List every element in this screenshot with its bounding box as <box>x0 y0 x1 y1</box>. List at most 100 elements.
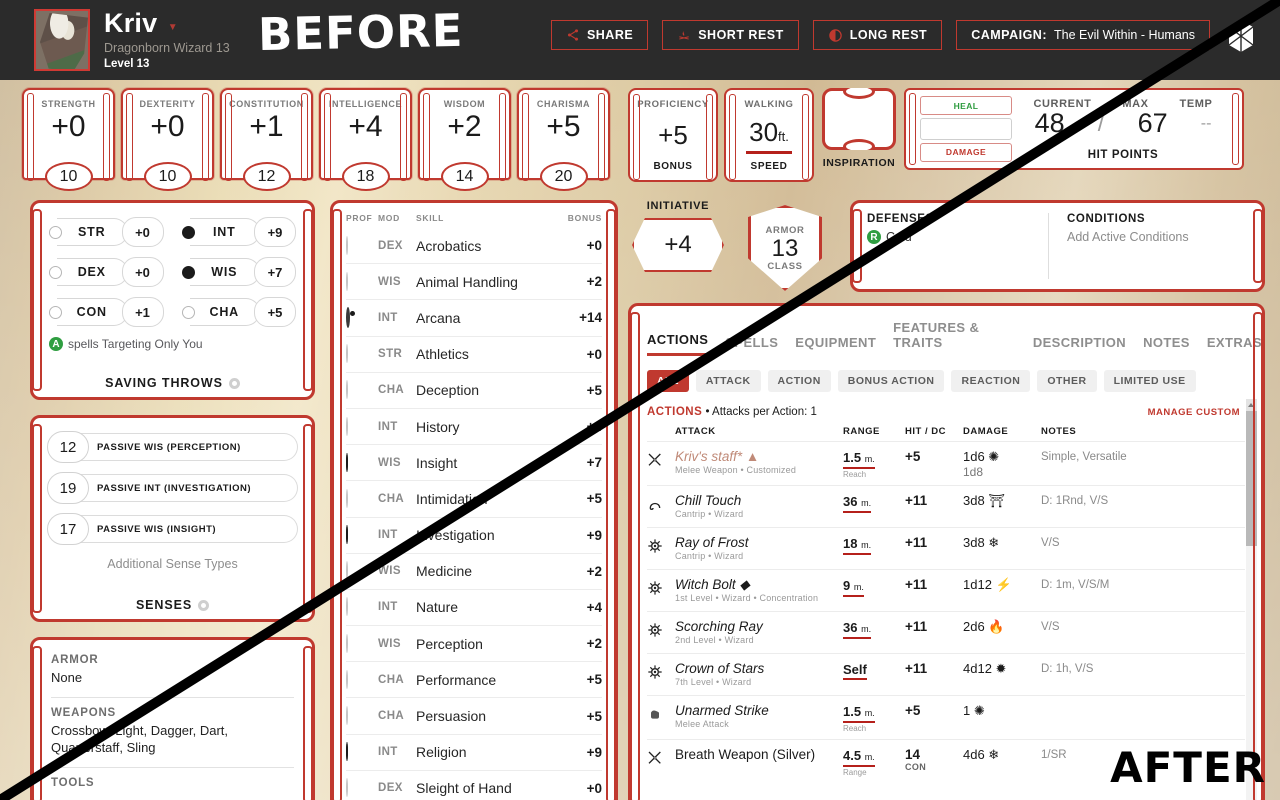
skill-row[interactable]: WIS Medicine +2 <box>346 554 602 590</box>
attack-row[interactable]: Crown of Stars 7th Level • Wizard Self +11 4… <box>647 653 1245 695</box>
ability-intelligence[interactable]: INTELLIGENCE +4 18 <box>319 88 412 191</box>
save-str[interactable]: STR +0 <box>49 217 164 247</box>
manage-custom-button[interactable]: MANAGE CUSTOM <box>1148 407 1240 418</box>
skill-row[interactable]: INT Nature +4 <box>346 590 602 627</box>
skill-row[interactable]: INT Investigation +9 <box>346 518 602 554</box>
proficiency-bonus-box[interactable]: PROFICIENCY +5 BONUS <box>628 88 718 182</box>
skill-proficiency-cell[interactable] <box>346 742 378 762</box>
filter-attack[interactable]: ATTACK <box>695 370 761 392</box>
inspiration-box[interactable]: INSPIRATION <box>820 88 898 169</box>
hp-temp-value[interactable]: -- <box>1201 115 1212 133</box>
tab-description[interactable]: DESCRIPTION <box>1033 335 1126 356</box>
skill-row[interactable]: INT History +4 <box>346 409 602 446</box>
skill-proficiency-cell[interactable] <box>346 778 378 798</box>
filter-reaction[interactable]: REACTION <box>951 370 1031 392</box>
ability-score[interactable]: 10 <box>143 162 192 191</box>
ability-dexterity[interactable]: DEXTERITY +0 10 <box>121 88 214 191</box>
filter-limited-use[interactable]: LIMITED USE <box>1103 370 1196 392</box>
tab-notes[interactable]: NOTES <box>1143 335 1190 356</box>
proficiency-dot[interactable] <box>346 778 348 798</box>
save-cha[interactable]: CHA +5 <box>181 297 296 327</box>
skill-row[interactable]: CHA Intimidation +5 <box>346 481 602 518</box>
proficiency-dot[interactable] <box>346 416 348 436</box>
defense-item[interactable]: R Cold <box>867 230 1048 244</box>
tab-features-traits[interactable]: FEATURES & TRAITS <box>893 320 1016 356</box>
skill-row[interactable]: WIS Perception +2 <box>346 626 602 663</box>
attack-name[interactable]: Crown of Stars <box>675 661 843 676</box>
skill-proficiency-cell[interactable] <box>346 344 378 364</box>
scroll-up-arrow-icon[interactable] <box>1246 399 1257 411</box>
sense-item[interactable]: 17 PASSIVE WIS (INSIGHT) <box>47 513 298 545</box>
filter-all[interactable]: ALL <box>647 370 689 392</box>
armor-class-box[interactable]: ARMOR 13 CLASS <box>748 205 822 291</box>
proficiency-dot[interactable] <box>346 271 348 291</box>
campaign-button[interactable]: CAMPAIGN: The Evil Within - Humans <box>956 20 1210 50</box>
proficiency-dot[interactable] <box>346 597 348 617</box>
attack-row[interactable]: Unarmed Strike Melee Attack 1.5 m. Reach +5 1… <box>647 695 1245 739</box>
attack-row[interactable]: Chill Touch Cantrip • Wizard 36 m. +11 3d8 ⛩… <box>647 485 1245 527</box>
proficiency-dot[interactable] <box>346 669 348 689</box>
attack-name[interactable]: Witch Bolt ◆ <box>675 577 843 592</box>
sense-item[interactable]: 12 PASSIVE WIS (PERCEPTION) <box>47 431 298 463</box>
ability-constitution[interactable]: CONSTITUTION +1 12 <box>220 88 313 191</box>
proficiency-dot[interactable] <box>346 452 348 472</box>
attack-row[interactable]: Kriv's staff* ▲ Melee Weapon • Customized… <box>647 441 1245 485</box>
hp-max-value[interactable]: 67 <box>1138 108 1168 139</box>
skill-proficiency-cell[interactable] <box>346 525 378 545</box>
gear-icon[interactable] <box>228 377 240 389</box>
damage-button[interactable]: DAMAGE <box>920 142 1012 162</box>
ability-score[interactable]: 12 <box>242 162 291 191</box>
attack-row[interactable]: Scorching Ray 2nd Level • Wizard 36 m. +11 2… <box>647 611 1245 653</box>
additional-sense-types[interactable]: Additional Sense Types <box>47 557 298 571</box>
save-con[interactable]: CON +1 <box>49 297 164 327</box>
add-conditions-button[interactable]: Add Active Conditions <box>1067 230 1248 244</box>
skill-row[interactable]: INT Religion +9 <box>346 735 602 771</box>
tab-equipment[interactable]: EQUIPMENT <box>795 335 876 356</box>
attack-name[interactable]: Ray of Frost <box>675 535 843 550</box>
skill-row[interactable]: STR Athletics +0 <box>346 337 602 373</box>
filter-action[interactable]: ACTION <box>767 370 831 392</box>
proficiency-dot[interactable] <box>346 306 350 328</box>
ability-score[interactable]: 20 <box>539 162 588 191</box>
attack-name[interactable]: Kriv's staff* ▲ <box>675 449 843 464</box>
skill-row[interactable]: CHA Deception +5 <box>346 373 602 409</box>
attack-name[interactable]: Scorching Ray <box>675 619 843 634</box>
ability-score[interactable]: 10 <box>44 162 93 191</box>
proficiency-dot[interactable] <box>346 380 348 400</box>
heal-button[interactable]: HEAL <box>920 96 1012 116</box>
skill-row[interactable]: WIS Insight +7 <box>346 445 602 482</box>
skill-proficiency-cell[interactable] <box>346 452 378 472</box>
actions-scrollbar-thumb[interactable] <box>1246 411 1257 546</box>
initiative-box[interactable]: INITIATIVE +4 <box>632 200 724 272</box>
skill-proficiency-cell[interactable] <box>346 306 378 328</box>
chevron-down-icon[interactable]: ▼ <box>168 22 178 33</box>
skill-proficiency-cell[interactable] <box>346 669 378 689</box>
save-dex[interactable]: DEX +0 <box>49 257 164 287</box>
tab-spells[interactable]: SPELLS <box>725 335 778 356</box>
proficiency-dot[interactable] <box>346 344 348 364</box>
avatar[interactable] <box>34 9 90 71</box>
proficiency-dot[interactable] <box>346 488 348 508</box>
skill-row[interactable]: WIS Animal Handling +2 <box>346 264 602 301</box>
attack-name[interactable]: Chill Touch <box>675 493 843 508</box>
skill-proficiency-cell[interactable] <box>346 488 378 508</box>
character-name[interactable]: Kriv <box>104 10 157 37</box>
skill-proficiency-cell[interactable] <box>346 633 378 653</box>
ability-strength[interactable]: STRENGTH +0 10 <box>22 88 115 191</box>
dice-roller-icon[interactable] <box>1220 14 1262 64</box>
proficiency-dot[interactable] <box>346 706 348 726</box>
attack-row[interactable]: Witch Bolt ◆ 1st Level • Wizard • Concent… <box>647 569 1245 611</box>
filter-other[interactable]: OTHER <box>1037 370 1097 392</box>
ability-score[interactable]: 14 <box>440 162 489 191</box>
filter-bonus-action[interactable]: BONUS ACTION <box>837 370 945 392</box>
attack-name[interactable]: Unarmed Strike <box>675 703 843 718</box>
attack-name[interactable]: Breath Weapon (Silver) <box>675 747 843 762</box>
proficiency-dot[interactable] <box>346 525 348 545</box>
share-button[interactable]: SHARE <box>550 20 649 50</box>
tab-extras[interactable]: EXTRAS <box>1207 335 1262 356</box>
save-int[interactable]: INT +9 <box>181 217 296 247</box>
skill-proficiency-cell[interactable] <box>346 706 378 726</box>
short-rest-button[interactable]: SHORT REST <box>662 20 799 50</box>
proficiency-dot[interactable] <box>346 561 348 581</box>
skill-row[interactable]: DEX Acrobatics +0 <box>346 228 602 265</box>
